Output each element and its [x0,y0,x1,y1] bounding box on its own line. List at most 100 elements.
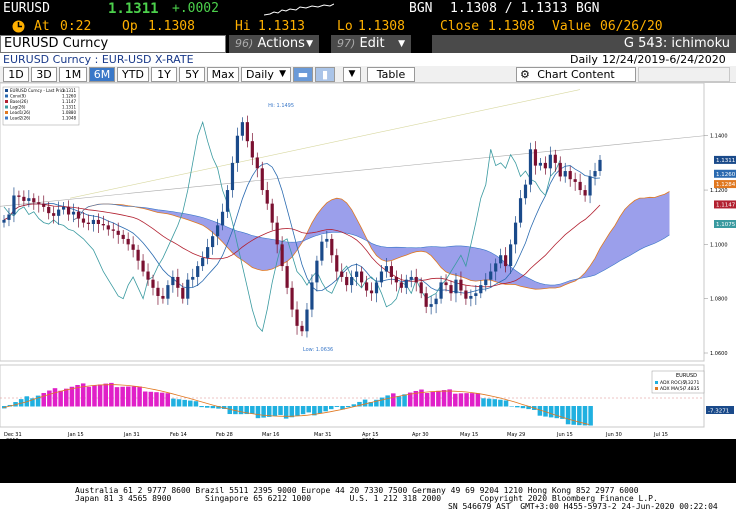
frequency-dropdown[interactable]: Daily ▼ [241,67,291,82]
histogram-bar [120,386,125,407]
candle-body [523,184,528,199]
candle-body [355,271,359,277]
legend-value: 1.1311 [62,105,76,110]
candle-body [543,162,547,169]
histogram-bar [272,406,278,417]
chart-legend: EURUSD Curncy - Last Price1.1311Conv(9) 1… [2,86,80,126]
candle-body [424,293,428,307]
period-ytd[interactable]: YTD [117,67,149,82]
candle-body [305,309,309,332]
x-tick-label: May 15 [460,432,478,438]
bid-ask: 1.1308 / 1.1313 [450,1,568,16]
bar-chart-icon[interactable]: ▮ [315,67,335,82]
candle-body [384,266,389,272]
candle-body [389,266,393,277]
edit-menu-number: 97) [337,37,356,50]
histogram-bar [396,396,402,407]
x-tick-label: Feb 14 [170,432,187,438]
candle-body [489,271,493,280]
candle-body [399,282,403,288]
legend-label: Lag(26) [10,105,26,110]
chart-content-button[interactable]: ⚙ Chart Content [516,67,636,82]
candle-body [66,206,71,215]
high-label: Hi [235,19,251,34]
histogram-bar [565,406,571,425]
candle-body [57,209,61,216]
high-value: 1.1313 [258,19,305,34]
histogram-bar [520,406,526,409]
indicator-legend-ma: ADX MA(5) [660,386,685,392]
period-1m[interactable]: 1M [59,67,87,82]
period-toolbar: 1D 3D 1M 6M YTD 1Y 5Y Max Daily ▼ ▬ ▮ ▼ … [0,66,736,83]
period-5y[interactable]: 5Y [179,67,205,82]
high-annotation: Hi: 1.1495 [268,103,294,109]
price-tag-label: 1.1147 [716,202,736,208]
candle-body [121,234,125,239]
candle-body [176,276,180,288]
edit-menu-label: Edit [359,36,385,51]
y-tick-label: 1.1400 [710,134,728,140]
histogram-bar [475,393,481,407]
candle-body [141,260,145,272]
candle-body [270,203,274,223]
actions-menu[interactable]: 96) Actions ▼ [229,35,319,53]
candle-body [37,202,41,204]
histogram-bar [385,395,390,407]
overflow-button[interactable] [638,67,730,82]
histogram-bar [126,386,131,407]
period-max[interactable]: Max [207,67,239,82]
histogram-bar [137,386,142,407]
candle-body [350,276,354,286]
edit-menu[interactable]: 97) Edit ▼ [331,35,411,53]
chevron-down-icon: ▼ [398,39,405,49]
actions-menu-number: 96) [235,37,254,50]
period-6m[interactable]: 6M [89,67,115,82]
period-1y[interactable]: 1Y [151,67,177,82]
security-field[interactable]: EURUSD Curncy [0,35,226,53]
histogram-bar [159,392,165,407]
value-date: 06/26/20 [600,19,663,34]
histogram-bar [131,386,137,407]
candle-body [315,260,319,283]
footer: Australia 61 2 9777 8600 Brazil 5511 239… [0,483,736,530]
period-1d[interactable]: 1D [3,67,29,82]
low-annotation: Low: 1.0636 [303,347,333,353]
histogram-bar [154,392,159,407]
candle-body [196,266,200,277]
chart-canvas[interactable]: 1.14001.12001.10001.08001.0600 1.13111.1… [0,82,736,444]
histogram-bar [261,406,266,418]
candle-body [71,211,76,215]
candle-body [290,287,294,310]
candle-body [409,276,413,280]
candle-body [325,238,329,242]
legend-label: Base(26) [10,99,28,104]
histogram-bar [300,406,306,415]
actions-menu-label: Actions [257,36,305,51]
price-tag-label: 1.1284 [716,182,736,188]
ticker-symbol: EURUSD [3,1,50,16]
y-tick-label: 1.0800 [710,297,728,303]
table-button[interactable]: Table [367,67,415,82]
candle-body [504,255,508,267]
candle-body [206,247,210,258]
chart-type-dropdown[interactable]: ▼ [343,67,361,82]
candle-body [220,211,225,226]
line-chart-icon[interactable]: ▬ [293,67,313,82]
histogram-bar [464,393,469,407]
histogram-bar [503,400,509,407]
legend-label: Lead2(26) [10,116,31,121]
candle-body [81,218,86,223]
histogram-bar [582,406,588,426]
histogram-bar [255,406,261,419]
candle-body [583,190,587,196]
period-3d[interactable]: 3D [31,67,57,82]
low-value: 1.1308 [358,19,405,34]
candle-body [509,244,513,267]
chevron-down-icon: ▼ [306,39,313,49]
histogram-bar [571,406,576,425]
histogram-bar [114,387,120,407]
chart-area[interactable]: 1.1400 1.1200 1.1000 1.0800 1.0600 1.1311 1.1… [0,82,736,444]
histogram-bar [436,390,441,407]
candle-body [265,190,269,204]
candle-body [255,157,259,169]
